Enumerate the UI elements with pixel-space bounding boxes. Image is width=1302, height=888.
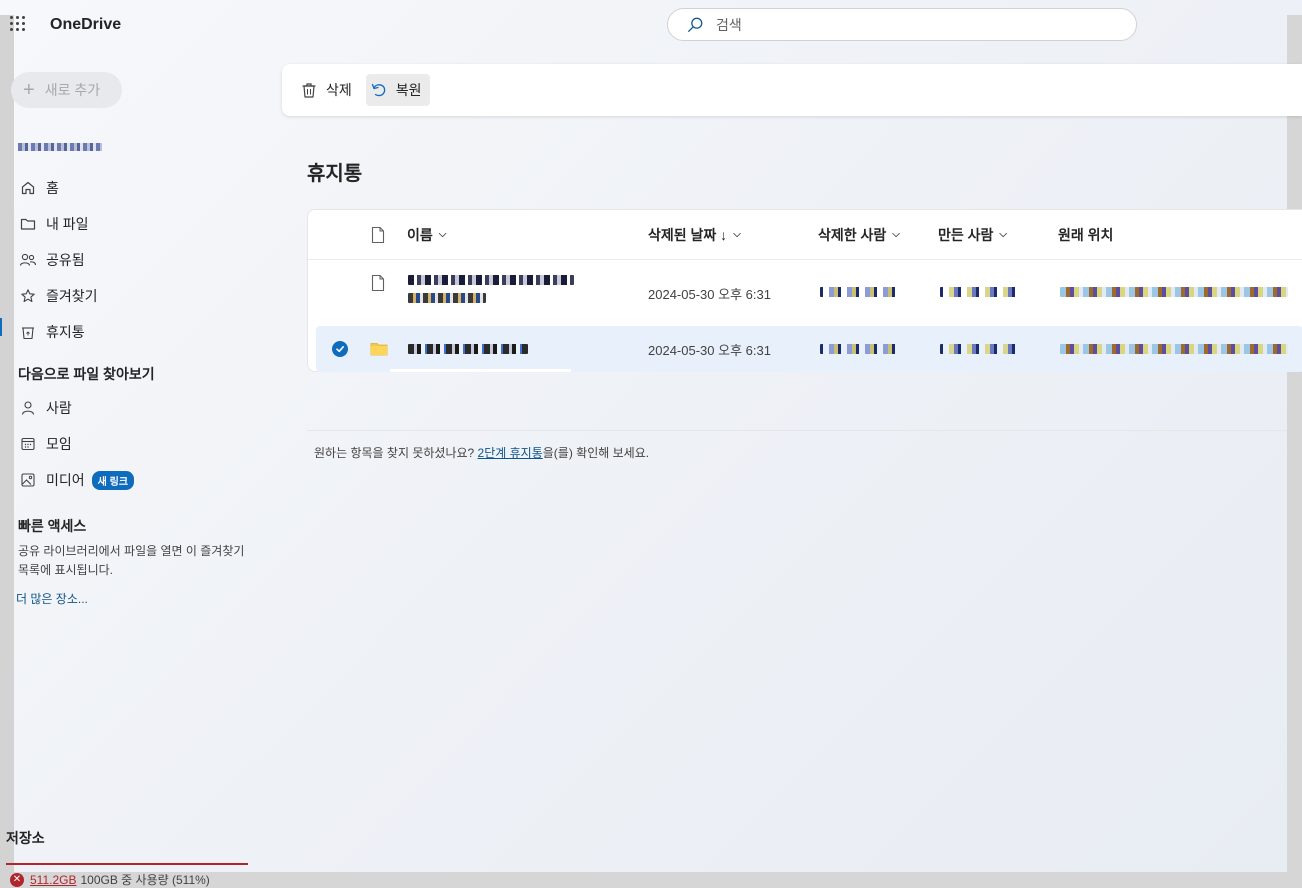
chevron-down-icon: ⌵ xyxy=(999,229,1008,240)
sidebar-item-label: 모임 xyxy=(46,436,72,452)
sidebar-item-meetings[interactable]: 모임 xyxy=(18,426,258,462)
delete-button[interactable]: 삭제 xyxy=(296,74,360,106)
app-launcher-icon[interactable] xyxy=(10,16,26,32)
sidebar-item-my-files[interactable]: 내 파일 xyxy=(18,206,258,242)
calendar-icon xyxy=(18,434,38,454)
search-input[interactable] xyxy=(716,16,1096,33)
window-right-edge xyxy=(1287,15,1302,888)
onedrive-window: OneDrive + 새로 추가 홈 내 파일 공유 xyxy=(0,0,1302,888)
page-title: 휴지통 xyxy=(307,163,363,185)
deleted-by-redacted xyxy=(820,287,900,297)
account-name-redacted xyxy=(18,143,102,151)
new-button[interactable]: + 새로 추가 xyxy=(11,72,122,108)
second-stage-recycle-bin-link[interactable]: 2단계 휴지통 xyxy=(478,446,543,460)
person-icon xyxy=(18,398,38,418)
checkmark-icon xyxy=(332,341,348,357)
command-bar: 삭제 복원 xyxy=(282,64,1302,116)
table-row-selected[interactable]: 2024-05-30 오후 6:31 xyxy=(316,326,1302,372)
chevron-down-icon: ⌵ xyxy=(438,229,447,240)
list-header: 이름 ⌵ 삭제된 날짜 ↓ ⌵ 삭제한 사람 ⌵ 만든 사람 ⌵ 원래 위치 xyxy=(308,210,1302,260)
sidebar-item-home[interactable]: 홈 xyxy=(18,170,258,206)
deleted-date: 2024-05-30 오후 6:31 xyxy=(648,342,771,358)
sidebar-item-shared[interactable]: 공유됨 xyxy=(18,242,258,278)
delete-label: 삭제 xyxy=(326,82,352,98)
created-by-redacted xyxy=(940,344,1020,354)
sidebar-item-label: 공유됨 xyxy=(46,252,85,268)
quick-access-description: 공유 라이브러리에서 파일을 열면 이 즐겨찾기 목록에 표시됩니다. xyxy=(18,544,245,577)
second-stage-hint: 원하는 항목을 찾지 못하셨나요? 2단계 휴지통을(를) 확인해 보세요. xyxy=(314,446,650,460)
more-places-link[interactable]: 더 많은 장소... xyxy=(16,590,88,607)
row-checkbox-checked[interactable] xyxy=(332,341,348,357)
row-divider xyxy=(390,369,571,372)
folder-icon xyxy=(18,214,38,234)
sidebar-item-label: 휴지통 xyxy=(46,324,85,340)
sidebar-nav: 홈 내 파일 공유됨 즐겨찾기 휴지통 xyxy=(18,170,258,350)
file-type-column-icon[interactable] xyxy=(370,226,386,244)
original-location-redacted xyxy=(1060,344,1288,354)
section-divider xyxy=(307,430,1287,431)
storage-detail: 100GB 중 사용량 (511%) xyxy=(80,873,210,887)
browse-nav: 사람 모임 미디어 새 링크 xyxy=(18,390,258,498)
sidebar-item-recycle-bin[interactable]: 휴지통 xyxy=(18,314,258,350)
restore-button[interactable]: 복원 xyxy=(365,74,430,106)
sidebar-item-label: 미디어 xyxy=(46,472,85,488)
chevron-down-icon: ⌵ xyxy=(733,229,741,240)
quick-access-title: 빠른 액세스 xyxy=(18,518,87,534)
folder-icon xyxy=(370,342,388,356)
file-name-redacted[interactable] xyxy=(408,275,574,303)
table-row[interactable]: 2024-05-30 오후 6:31 xyxy=(308,260,1302,324)
created-by-redacted xyxy=(940,287,1020,297)
new-button-label: 새로 추가 xyxy=(44,82,101,98)
sidebar-item-label: 내 파일 xyxy=(46,216,89,232)
active-indicator xyxy=(0,318,2,336)
storage-usage-bar xyxy=(6,863,248,865)
home-icon xyxy=(18,178,38,198)
trash-icon xyxy=(302,83,316,98)
sidebar-item-people[interactable]: 사람 xyxy=(18,390,258,426)
deleted-date: 2024-05-30 오후 6:31 xyxy=(648,287,771,302)
app-title[interactable]: OneDrive xyxy=(50,16,121,34)
storage-usage-text: ✕ 511.2GB 100GB 중 사용량 (511%) xyxy=(10,871,210,888)
column-header-deleted-by[interactable]: 삭제한 사람 ⌵ xyxy=(818,225,900,245)
sidebar-item-label: 홈 xyxy=(46,180,59,196)
original-location-redacted xyxy=(1060,287,1288,297)
plus-icon: + xyxy=(23,79,35,101)
star-icon xyxy=(18,286,38,306)
restore-label: 복원 xyxy=(395,82,422,98)
column-header-created-by[interactable]: 만든 사람 ⌵ xyxy=(938,225,1007,245)
browse-section-title: 다음으로 파일 찾아보기 xyxy=(18,366,155,382)
chevron-down-icon: ⌵ xyxy=(892,229,900,240)
file-icon xyxy=(370,274,386,292)
window-left-edge xyxy=(0,15,14,888)
deleted-by-redacted xyxy=(820,344,900,354)
sidebar-item-favorites[interactable]: 즐겨찾기 xyxy=(18,278,258,314)
column-header-original-location[interactable]: 원래 위치 xyxy=(1058,225,1113,245)
sidebar-item-label: 즐겨찾기 xyxy=(46,288,98,304)
new-link-badge: 새 링크 xyxy=(91,470,135,490)
storage-title: 저장소 xyxy=(6,830,45,846)
restore-icon xyxy=(371,83,385,97)
people-icon xyxy=(18,250,38,270)
column-header-deleted-date[interactable]: 삭제된 날짜 ↓ ⌵ xyxy=(648,225,741,245)
column-header-name[interactable]: 이름 ⌵ xyxy=(407,225,446,245)
storage-used-link[interactable]: 511.2GB xyxy=(30,873,76,887)
recycle-bin-icon xyxy=(18,322,38,342)
search-icon xyxy=(688,17,703,32)
error-icon: ✕ xyxy=(10,872,24,887)
sidebar-item-label: 사람 xyxy=(46,400,72,416)
image-icon xyxy=(18,470,38,490)
sidebar-item-media[interactable]: 미디어 새 링크 xyxy=(18,462,258,498)
recycle-bin-list: 이름 ⌵ 삭제된 날짜 ↓ ⌵ 삭제한 사람 ⌵ 만든 사람 ⌵ 원래 위치 2… xyxy=(307,209,1302,372)
folder-name-redacted[interactable] xyxy=(408,344,528,354)
search-box[interactable] xyxy=(667,8,1137,41)
